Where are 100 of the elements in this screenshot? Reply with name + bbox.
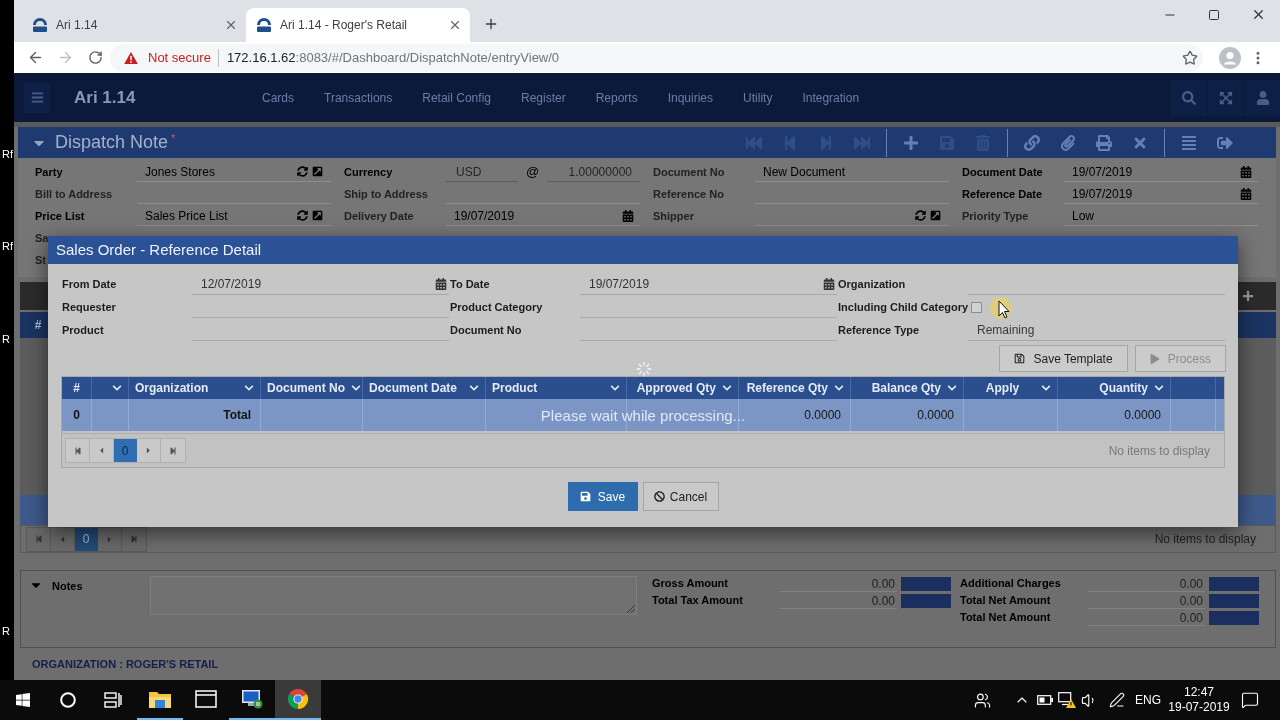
close-icon[interactable]: [224, 18, 238, 32]
chevron-down-icon[interactable]: [112, 383, 122, 393]
paperclip-icon[interactable]: [1060, 134, 1076, 151]
text-field[interactable]: Low: [1064, 206, 1258, 226]
table-cell-text: 0.0000: [1124, 407, 1161, 424]
text-field[interactable]: Remaining: [968, 320, 1225, 341]
refresh-icon[interactable]: [297, 166, 308, 177]
pager-button[interactable]: [122, 527, 146, 551]
open-external-icon[interactable]: [930, 210, 941, 221]
cancel-button[interactable]: Cancel: [642, 482, 719, 511]
amount-bar: [1209, 593, 1259, 608]
nav-item[interactable]: Integration: [802, 88, 860, 107]
nav-item[interactable]: Retail Config: [422, 88, 491, 107]
sign-out-icon[interactable]: [1217, 134, 1233, 151]
notes-field[interactable]: [150, 576, 637, 615]
date-field[interactable]: 19/07/2019: [580, 274, 837, 295]
chain-link-icon[interactable]: [1024, 134, 1040, 151]
pager-status: No items to display: [1154, 531, 1256, 548]
chevron-down-icon[interactable]: [351, 383, 361, 393]
date-field[interactable]: 19/07/2019: [446, 206, 640, 226]
user-button[interactable]: [1245, 79, 1280, 116]
plus-icon[interactable]: [903, 134, 919, 151]
close-icon[interactable]: [448, 18, 462, 32]
calendar-icon[interactable]: [435, 278, 447, 290]
save-button[interactable]: Save: [567, 482, 638, 511]
calendar-icon[interactable]: [1240, 187, 1252, 200]
desktop-icon-label: Rf: [2, 147, 13, 161]
spinner-icon: [636, 361, 652, 377]
open-external-icon[interactable]: [312, 210, 323, 221]
refresh-icon[interactable]: [297, 210, 308, 221]
amount-field: 0.00: [780, 592, 897, 609]
caret-right-icon: [105, 534, 114, 544]
chevron-down-icon[interactable]: [1154, 383, 1164, 393]
lookup-field[interactable]: Jones Stores: [137, 162, 331, 182]
address-bar[interactable]: Not secure 172.16.1.62:8083/#/Dashboard/DispatchNote/entryView/0: [110, 43, 1203, 72]
search-icon: [1182, 90, 1196, 105]
nav-item[interactable]: Utility: [743, 88, 773, 107]
printer-icon[interactable]: [1096, 134, 1112, 151]
language-indicator[interactable]: ENG: [1131, 691, 1165, 709]
page-button[interactable]: 0: [75, 527, 98, 551]
chevron-down-icon[interactable]: [722, 383, 732, 393]
logo-icon: [256, 17, 272, 33]
caret-left-icon: [97, 446, 106, 455]
date-field[interactable]: 12/07/2019: [192, 274, 449, 295]
network-warning-icon[interactable]: [1058, 692, 1076, 708]
search-button[interactable]: [1171, 79, 1207, 116]
battery-icon[interactable]: [1037, 695, 1053, 705]
chevron-down-icon[interactable]: [244, 383, 254, 393]
new-tab-icon[interactable]: [483, 16, 499, 32]
maximize-icon[interactable]: [1208, 8, 1220, 21]
field-label: Bill to Address: [35, 186, 114, 202]
browser-tab[interactable]: Ari 1.14 - Roger's Retail: [246, 8, 470, 42]
action-button[interactable]: Save Template: [999, 345, 1128, 372]
text-field[interactable]: New Document: [755, 162, 949, 182]
chevron-down-icon[interactable]: [610, 383, 620, 393]
pager-button[interactable]: [27, 527, 51, 551]
calendar-icon[interactable]: [1240, 165, 1252, 178]
lines-icon[interactable]: [1181, 134, 1197, 151]
date-field[interactable]: 19/07/2019: [1064, 162, 1258, 182]
refresh-icon[interactable]: [915, 210, 926, 221]
menu-button[interactable]: [24, 82, 50, 113]
open-external-icon[interactable]: [312, 166, 323, 177]
nav-item[interactable]: Reports: [595, 88, 638, 107]
task-view-icon[interactable]: [103, 692, 122, 708]
people-icon[interactable]: [973, 691, 991, 709]
checkbox[interactable]: [971, 302, 983, 313]
nav-item[interactable]: Register: [520, 88, 566, 107]
notification-icon[interactable]: [1241, 691, 1259, 709]
field-label: Reference Date: [962, 186, 1044, 202]
field-label: Requester: [62, 300, 117, 316]
clock-date[interactable]: 19-07-2019: [1168, 700, 1230, 715]
browser-tab[interactable]: Ari 1.14: [22, 8, 246, 42]
start-icon[interactable]: [14, 692, 31, 708]
circle-icon[interactable]: [59, 692, 76, 708]
star-icon[interactable]: [1182, 49, 1198, 66]
date-field[interactable]: 19/07/2019: [1064, 184, 1258, 204]
taskbar-button[interactable]: [275, 680, 321, 720]
caret-left-icon: [58, 534, 67, 544]
chevron-down-icon[interactable]: [1041, 383, 1051, 393]
clock-time[interactable]: 12:47: [1184, 685, 1214, 700]
nav-item[interactable]: Transactions: [324, 88, 393, 107]
pen-icon[interactable]: [1109, 692, 1125, 708]
table-cell-text: 0: [73, 407, 80, 424]
resize-grip-icon[interactable]: [627, 605, 635, 613]
chevron-down-icon[interactable]: [834, 383, 844, 393]
loading-message: Please wait while processing...: [540, 405, 746, 426]
nav-item[interactable]: Cards: [262, 88, 294, 107]
mouse-pointer-icon: [990, 297, 1012, 319]
plus-icon[interactable]: [1242, 290, 1254, 302]
fullscreen-button[interactable]: [1208, 79, 1244, 116]
chevron-down-icon[interactable]: [469, 383, 479, 393]
nav-item[interactable]: Inquiries: [667, 88, 714, 107]
calendar-icon[interactable]: [622, 209, 634, 222]
calendar-icon[interactable]: [823, 278, 835, 290]
pager-button[interactable]: [66, 439, 90, 462]
reload-icon[interactable]: [87, 50, 103, 65]
field-label: To Date: [450, 277, 491, 293]
pager-button[interactable]: [161, 439, 185, 462]
lookup-field[interactable]: Sales Price List: [137, 206, 331, 226]
chevron-down-icon[interactable]: [947, 383, 957, 393]
